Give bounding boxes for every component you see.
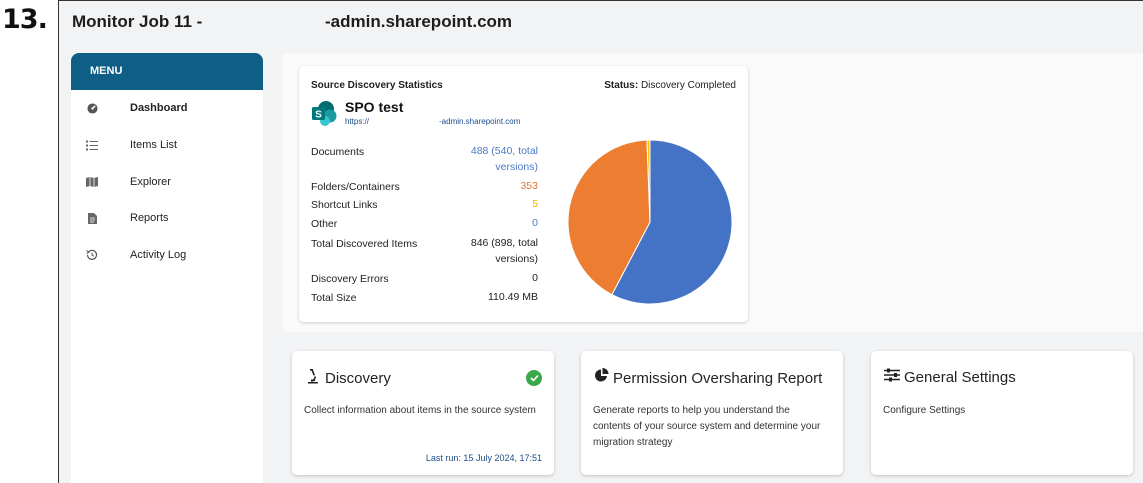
sidebar-item-items-list[interactable]: Items List (71, 130, 263, 160)
step-number: 13. (2, 4, 48, 35)
stat-label-folders: Folders/Containers (311, 181, 400, 193)
last-run-timestamp: Last run: 15 July 2024, 17:51 (425, 453, 542, 463)
menu-header: MENU (71, 53, 263, 90)
site-url-prefix[interactable]: https:// (345, 117, 369, 126)
card-title: Permission Oversharing Report (613, 369, 823, 387)
sidebar-item-explorer[interactable]: Explorer (71, 167, 263, 197)
sidebar: MENU Dashboard Items List Explorer Repor… (59, 41, 263, 483)
site-url-suffix[interactable]: -admin.sharepoint.com (439, 117, 520, 126)
sliders-icon (884, 368, 900, 387)
sidebar-item-reports[interactable]: Reports (71, 203, 263, 233)
pie-chart-icon (594, 368, 609, 388)
sidebar-item-label: Reports (130, 212, 169, 224)
list-icon (86, 139, 98, 151)
card-description: Collect information about items in the s… (304, 405, 536, 416)
stat-value-documents: 488 (540, total versions) (470, 145, 538, 173)
dashboard-icon (86, 102, 98, 114)
stat-value-folders: 353 (520, 180, 538, 192)
permission-oversharing-card[interactable]: Permission Oversharing Report Generate r… (581, 351, 843, 475)
status-badge: Status: Discovery Completed (604, 80, 736, 91)
sidebar-item-label: Activity Log (130, 249, 187, 261)
tenant-domain: -admin.sharepoint.com (325, 12, 513, 31)
stat-value-total-items: 846 (898, total versions) (470, 237, 538, 265)
sidebar-item-label: Dashboard (130, 102, 188, 114)
document-icon (86, 212, 98, 224)
stats-title: Source Discovery Statistics (311, 80, 443, 91)
stat-label-other: Other (311, 218, 338, 230)
app-window: Monitor Job 11 - -admin.sharepoint.com M… (58, 0, 1143, 483)
discovery-stats-card: Source Discovery Statistics Status: Disc… (299, 66, 748, 322)
stat-label-total-size: Total Size (311, 292, 357, 304)
stat-label-total-items: Total Discovered Items (311, 238, 418, 250)
card-description: Generate reports to help you understand … (593, 405, 821, 448)
card-description: Configure Settings (883, 405, 966, 416)
discovery-pie-chart (567, 140, 733, 304)
map-icon (86, 176, 98, 188)
status-value: Discovery Completed (640, 80, 736, 91)
svg-text:S: S (315, 110, 322, 121)
stat-label-documents: Documents (311, 146, 365, 158)
check-circle-icon (526, 370, 542, 386)
stat-value-other: 0 (532, 217, 538, 229)
stat-value-errors: 0 (532, 272, 538, 284)
title-bar: Monitor Job 11 - -admin.sharepoint.com (59, 1, 1143, 41)
sidebar-item-label: Explorer (130, 176, 171, 188)
sidebar-item-activity-log[interactable]: Activity Log (71, 240, 263, 270)
stat-value-total-size: 110.49 MB (487, 291, 538, 303)
site-name: SPO test (345, 99, 404, 115)
sidebar-item-label: Items List (130, 139, 178, 151)
discovery-card[interactable]: Discovery Collect information about item… (292, 351, 554, 475)
job-title: Monitor Job 11 - (72, 12, 203, 31)
menu-panel: Dashboard Items List Explorer Reports Ac… (71, 90, 263, 483)
card-title: General Settings (904, 369, 1016, 386)
stat-label-shortcuts: Shortcut Links (311, 199, 378, 211)
status-label: Status: (604, 80, 639, 91)
microscope-icon (305, 368, 321, 389)
sharepoint-icon: S (311, 100, 337, 126)
card-title: Discovery (325, 370, 391, 387)
general-settings-card[interactable]: General Settings Configure Settings (871, 351, 1133, 475)
history-icon (86, 249, 98, 261)
stat-label-errors: Discovery Errors (311, 273, 389, 285)
sidebar-item-dashboard[interactable]: Dashboard (71, 93, 263, 123)
stat-value-shortcuts: 5 (532, 198, 538, 210)
